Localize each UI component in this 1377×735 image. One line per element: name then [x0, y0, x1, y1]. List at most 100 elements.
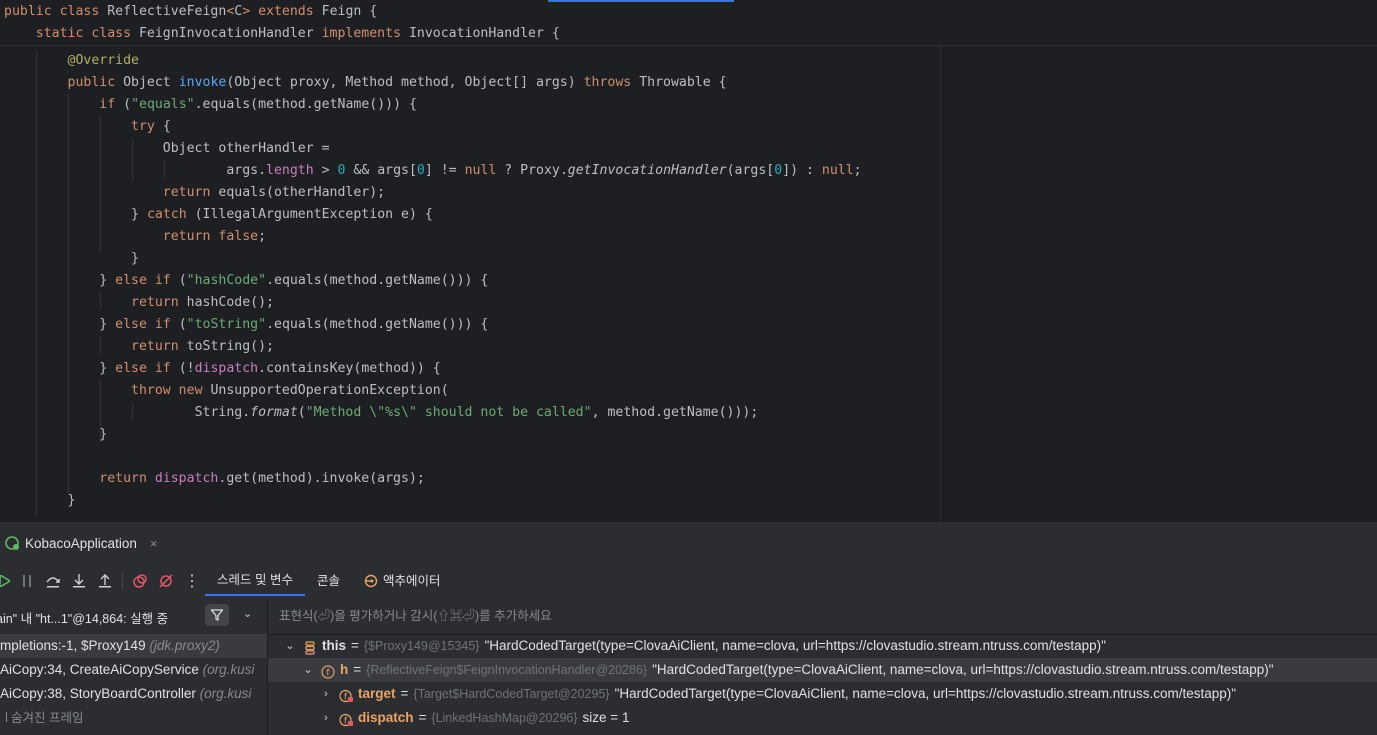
code-line[interactable]: return false;	[4, 226, 266, 248]
variable-row[interactable]: ⌄ f h = {ReflectiveFeign$FeignInvocationHand…	[268, 658, 1377, 682]
code-line[interactable]: } else if (!dispatch.containsKey(method)…	[4, 358, 441, 380]
thread-selector[interactable]: ain" 내 "ht...1"@14,864: 실행 중 ⌄	[0, 598, 267, 634]
code-line[interactable]: } else if ("hashCode".equals(method.getN…	[4, 270, 488, 292]
code-token: InvocationHandler {	[408, 26, 560, 41]
code-line[interactable]: } catch (IllegalArgumentException e) {	[4, 204, 433, 226]
view-breakpoints-icon[interactable]	[127, 568, 153, 594]
run-tab-label: KobacoApplication	[25, 535, 137, 551]
chevron-down-icon[interactable]: ⌄	[243, 607, 252, 620]
more-options-icon[interactable]: ⋮	[179, 568, 205, 594]
code-line[interactable]: return equals(otherHandler);	[4, 182, 385, 204]
chevron-right-icon[interactable]: ›	[319, 682, 333, 706]
code-token: else if	[115, 361, 179, 376]
code-line[interactable]: try {	[4, 116, 171, 138]
tab-console[interactable]: 콘솔	[305, 566, 352, 596]
code-token: (	[178, 317, 187, 332]
step-over-icon[interactable]	[40, 568, 66, 594]
chevron-right-icon[interactable]: ›	[319, 706, 333, 730]
sticky-line[interactable]: static class FeignInvocationHandler impl…	[4, 23, 560, 45]
step-into-icon[interactable]	[66, 568, 92, 594]
code-token: public class	[4, 4, 108, 19]
run-tab-kobaco-application[interactable]: KobacoApplication ×	[0, 530, 157, 556]
code-line[interactable]: return toString();	[4, 336, 274, 358]
mute-breakpoints-icon[interactable]	[153, 568, 179, 594]
variable-reference: {$Proxy149@15345}	[363, 639, 480, 653]
code-line[interactable]: return hashCode();	[4, 292, 274, 314]
stack-icon	[303, 639, 317, 655]
code-line[interactable]: }	[4, 490, 76, 512]
code-line[interactable]: }	[4, 424, 107, 446]
evaluate-expression-input[interactable]: 표현식(⏎)을 평가하거나 감시(⇧⌘⏎)를 추가하세요	[268, 598, 1377, 635]
filter-icon[interactable]	[205, 604, 229, 626]
variable-row[interactable]: › f dispatch = {LinkedHashMap@20296} size = 1	[268, 706, 1377, 730]
code-token: "hashCode"	[186, 273, 267, 288]
spring-boot-run-icon	[5, 536, 19, 550]
code-token: }	[99, 317, 116, 332]
svg-text:f: f	[326, 669, 330, 679]
hidden-frames-toggle[interactable]: 숨겨진 프레임	[0, 706, 267, 730]
sticky-scroll-header[interactable]: public class ReflectiveFeign<C> extends …	[0, 0, 1377, 46]
code-token: {	[162, 119, 171, 134]
tab-actuator[interactable]: 액추에이터	[352, 566, 453, 596]
variable-value: "HardCodedTarget(type=ClovaAiClient, nam…	[652, 662, 1274, 677]
code-editor[interactable]: @Override public Object invoke(Object pr…	[0, 46, 1377, 522]
resume-icon[interactable]	[0, 568, 14, 594]
code-token: UnsupportedOperationException(	[210, 383, 449, 398]
tab-label: 콘솔	[316, 574, 340, 588]
code-token: ]) :	[782, 163, 822, 178]
code-token: hashCode();	[186, 295, 274, 310]
tab-label: 액추에이터	[382, 574, 441, 588]
pause-icon[interactable]	[14, 568, 40, 594]
code-token: length	[266, 163, 314, 178]
code-line[interactable]: public Object invoke(Object proxy, Metho…	[4, 72, 727, 94]
sticky-line[interactable]: public class ReflectiveFeign<C> extends …	[4, 1, 377, 23]
tab-threads-variables[interactable]: 스레드 및 변수	[205, 566, 305, 596]
code-line[interactable]: return dispatch.get(method).invoke(args)…	[4, 468, 425, 490]
close-icon[interactable]: ×	[150, 536, 158, 551]
code-line[interactable]: throw new UnsupportedOperationException(	[4, 380, 449, 402]
code-token: }	[67, 493, 76, 508]
code-line[interactable]: } else if ("toString".equals(method.getN…	[4, 314, 488, 336]
code-line[interactable]: Object otherHandler =	[4, 138, 330, 160]
stack-frame[interactable]: mpletions:-1, $Proxy149 (jdk.proxy2)	[0, 634, 267, 658]
chevron-down-icon[interactable]: ⌄	[301, 658, 315, 682]
code-line[interactable]: @Override	[4, 50, 139, 72]
code-token: return	[162, 185, 219, 200]
chevron-down-icon[interactable]: ⌄	[283, 634, 297, 658]
code-token: format	[250, 405, 298, 420]
code-line[interactable]: args.length > 0 && args[0] != null ? Pro…	[4, 160, 861, 182]
code-token: return	[131, 339, 187, 354]
code-token: dispatch	[154, 471, 219, 486]
evaluate-placeholder: 표현식(⏎)을 평가하거나 감시(⇧⌘⏎)를 추가하세요	[279, 609, 552, 623]
code-line[interactable]: String.format("Method \"%s\" should not …	[4, 402, 759, 424]
stack-frame[interactable]: AiCopy:38, StoryBoardController (org.kus…	[0, 682, 267, 706]
code-line[interactable]: if ("equals".equals(method.getName())) {	[4, 94, 417, 116]
code-token: (Object proxy, Method method, Object[] a…	[226, 75, 584, 90]
equals-sign: =	[351, 638, 359, 653]
code-token: >	[242, 4, 259, 19]
debug-tool-window[interactable]: KobacoApplication × ⋮ 스레드 및 변수 콘솔 액추에이터 …	[0, 522, 1377, 735]
code-token: .equals(method.getName())) {	[266, 317, 489, 332]
variable-row[interactable]: › f target = {Target$HardCodedTarget@20295} "…	[268, 682, 1377, 706]
code-token: "Method \"%s\" should not be called"	[305, 405, 592, 420]
code-token: invoke	[178, 75, 227, 90]
code-token: args.	[226, 163, 267, 178]
variable-reference: {LinkedHashMap@20296}	[431, 711, 578, 725]
field-locked-icon: f	[339, 687, 353, 703]
code-token: if	[99, 97, 124, 112]
code-token: .get(method).invoke(args);	[218, 471, 425, 486]
equals-sign: =	[400, 686, 409, 701]
code-token: try	[131, 119, 163, 134]
code-line[interactable]: }	[4, 248, 139, 270]
code-token: .containsKey(method)) {	[258, 361, 441, 376]
variable-row[interactable]: ⌄ this = {$Proxy149@15345} "HardCodedTarget(…	[268, 634, 1377, 658]
step-out-icon[interactable]	[92, 568, 118, 594]
stack-frame[interactable]: AiCopy:34, CreateAiCopyService (org.kusi	[0, 658, 267, 682]
